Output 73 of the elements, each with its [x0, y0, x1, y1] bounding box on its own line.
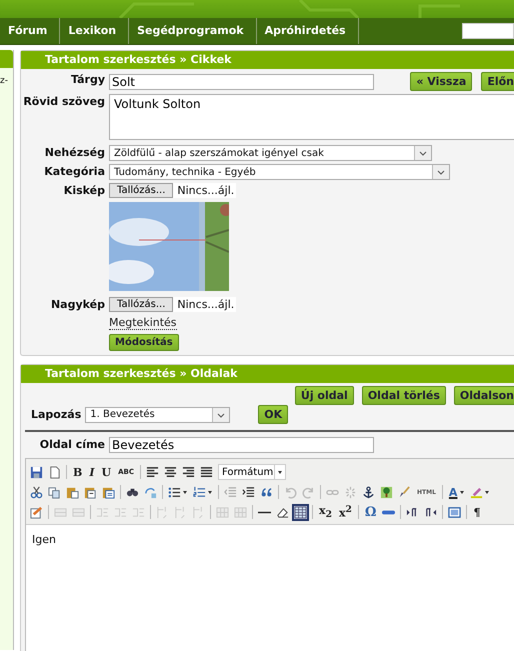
toolbar-button[interactable]: I [88, 466, 96, 478]
image-icon[interactable] [380, 486, 393, 498]
dropdown-icon [432, 165, 449, 179]
page-button[interactable]: Oldalson [454, 386, 514, 405]
indent-icon[interactable] [242, 486, 255, 498]
quote-icon[interactable] [260, 486, 273, 498]
ok-button[interactable]: OK [258, 405, 288, 424]
toolbar-button[interactable]: ¶ [472, 506, 482, 518]
numbered-list-icon[interactable] [193, 486, 206, 498]
file-name: Nincs...ájl. [177, 184, 234, 197]
page-button[interactable]: Új oldal [294, 386, 354, 405]
toolbar-button[interactable]: B [72, 466, 84, 478]
align-left-icon[interactable] [146, 466, 159, 478]
sidebar-text: z- [0, 75, 9, 86]
nav-link[interactable]: Fórum [0, 18, 60, 44]
field-label: Rövid szöveg [22, 94, 105, 110]
rtl-icon[interactable] [424, 506, 438, 518]
summary-field[interactable]: Voltunk Solton [109, 94, 514, 140]
paste-word-icon[interactable] [102, 486, 115, 498]
paste-icon[interactable] [66, 486, 79, 498]
field-label: Oldal címe [38, 437, 105, 453]
align-center-icon[interactable] [164, 466, 177, 478]
page-select[interactable]: 1. Bevezetés [85, 406, 230, 422]
field-label: Nagykép [50, 297, 105, 313]
nav-button[interactable]: Előn [481, 72, 514, 91]
replace-icon[interactable] [144, 486, 157, 498]
cut-icon[interactable] [30, 486, 43, 498]
justify-icon[interactable] [200, 466, 213, 478]
format-select[interactable]: Formátum [218, 464, 286, 480]
toolbar-button[interactable]: x$_{2}$ [318, 504, 333, 520]
align-right-icon[interactable] [182, 466, 195, 478]
field-label: Kategória [43, 164, 105, 180]
subject-field[interactable]: Solt [109, 74, 374, 90]
dropdown-icon [414, 146, 431, 160]
nav-button[interactable]: « Vissza [410, 72, 472, 91]
category-select[interactable]: Tudomány, technika - Egyéb [109, 164, 450, 180]
toolbar-button[interactable]: A [448, 486, 458, 498]
nav-link[interactable]: Apróhirdetés [256, 18, 359, 44]
table-icon[interactable] [294, 506, 307, 518]
brush-icon[interactable] [398, 486, 411, 498]
copy-icon[interactable] [48, 486, 61, 498]
difficulty-select[interactable]: Zöldfülű - alap szerszámokat igényel csak [109, 145, 432, 161]
toolbar-button[interactable]: Ω [364, 504, 378, 520]
anchor-icon[interactable] [362, 486, 375, 498]
submit-button[interactable]: Módosítás [109, 334, 179, 351]
panel-title: Tartalom szerkesztés » Cikkek [21, 51, 514, 69]
browse-button[interactable]: Tallózás... [109, 297, 174, 312]
caret-icon [274, 464, 285, 480]
sidebar-header [0, 50, 13, 68]
browse-button[interactable]: Tallózás... [109, 183, 174, 198]
search-field[interactable] [462, 23, 514, 39]
edit-icon[interactable] [30, 506, 43, 518]
page-icon[interactable] [48, 466, 61, 478]
panel-title: Tartalom szerkesztés » Oldalak [21, 365, 514, 383]
field-label: Kiskép [62, 183, 105, 199]
nav-link[interactable]: Segédprogramok [129, 18, 257, 44]
file-name: Nincs...ájl. [177, 298, 234, 311]
toolbar-button[interactable]: x$^{2}$ [338, 504, 353, 520]
field-label: Tárgy [70, 72, 105, 88]
editor-text: Igen [31, 532, 57, 548]
save-icon[interactable] [30, 466, 43, 478]
nav-link[interactable]: Lexikon [60, 18, 130, 44]
field-label: Nehézség [44, 145, 105, 161]
window-icon[interactable] [448, 506, 462, 518]
toolbar-button[interactable]: U [100, 466, 112, 478]
field-label: Lapozás [31, 408, 82, 421]
page-button[interactable]: Oldal törlés [362, 386, 446, 405]
paste-text-icon[interactable] [84, 486, 97, 498]
page-title-field[interactable]: Bevezetés [109, 437, 374, 453]
view-link[interactable]: Megtekintés [109, 316, 177, 330]
bullet-list-icon[interactable] [168, 486, 181, 498]
dropdown-icon [212, 408, 230, 422]
eraser-icon[interactable] [276, 506, 289, 518]
